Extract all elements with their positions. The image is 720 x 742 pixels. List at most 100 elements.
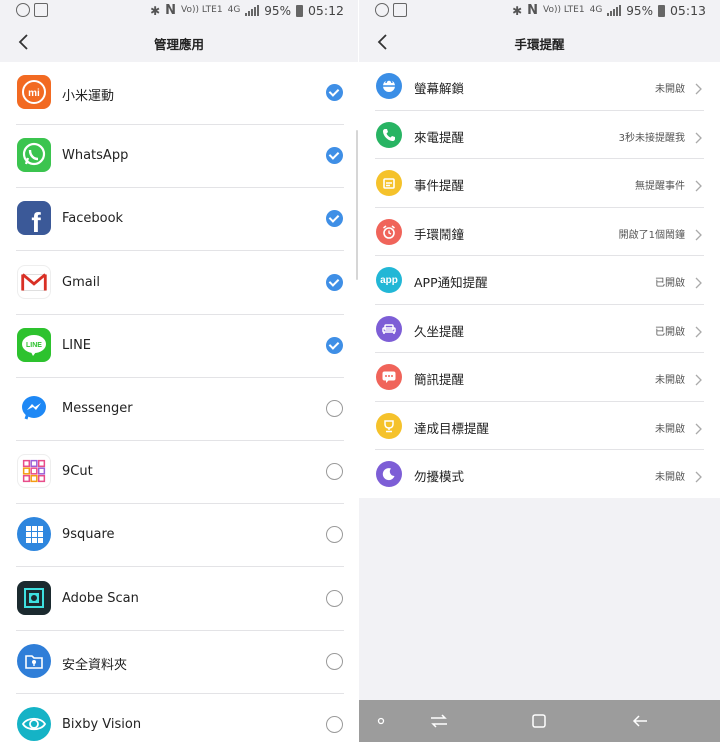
- svg-text:f: f: [31, 207, 41, 235]
- unchecked-checkbox[interactable]: [326, 716, 343, 733]
- checkbox-notification-icon: [393, 3, 407, 17]
- signal-icon: [607, 5, 622, 16]
- checked-checkbox[interactable]: [326, 336, 343, 354]
- facebook-icon: f: [17, 201, 51, 236]
- battery-percentage: 95%: [626, 3, 653, 18]
- reminder-status: 開啟了1個鬧鐘: [618, 229, 685, 241]
- sofa-icon: [376, 315, 402, 342]
- reminder-label: 久坐提醒: [414, 323, 465, 339]
- reminder-status: 未開啟: [655, 375, 685, 386]
- bluetooth-icon: ✱: [512, 3, 523, 18]
- network-type: 4G: [227, 5, 241, 15]
- unchecked-checkbox[interactable]: [326, 463, 343, 481]
- sms-icon: [376, 364, 402, 390]
- chevron-right-icon: [695, 129, 702, 143]
- chevron-right-icon: [695, 177, 702, 192]
- app-icon-text: app: [380, 274, 398, 286]
- chevron-right-icon: [695, 80, 702, 95]
- app-name: Gmail: [62, 274, 100, 290]
- reminder-row[interactable]: app APP通知提醒 已開啟: [359, 256, 720, 305]
- alarm-icon: [376, 218, 402, 245]
- volte-indicator: Vo)) LTE1: [543, 5, 585, 15]
- app-row[interactable]: LINE LINE: [0, 315, 358, 378]
- unchecked-checkbox[interactable]: [326, 400, 343, 417]
- app-bar: 手環提醒: [359, 22, 720, 62]
- page-title: 手環提醒: [514, 37, 565, 52]
- reminder-status: 未開啟: [655, 84, 685, 95]
- reminder-row[interactable]: 事件提醒 無提醒事件: [359, 159, 720, 208]
- reminder-label: 勿擾模式: [414, 469, 465, 484]
- reminder-row[interactable]: 簡訊提醒 未開啟: [359, 353, 720, 402]
- app-name: 小米運動: [62, 89, 115, 104]
- unchecked-checkbox[interactable]: [326, 652, 343, 670]
- reminder-label: 事件提醒: [414, 178, 465, 193]
- signal-icon: [245, 5, 260, 16]
- chevron-right-icon: [695, 323, 702, 337]
- manage-apps-screen: ✱ N Vo)) LTE1 4G 95% 05:12 管理應用 mi 小米運動 Wh…: [0, 0, 358, 742]
- assistant-dot-icon[interactable]: [375, 711, 387, 731]
- whatsapp-notification-icon: [16, 3, 30, 17]
- app-row[interactable]: Adobe Scan: [0, 568, 358, 631]
- back-nav-icon[interactable]: [629, 711, 651, 731]
- reminder-row[interactable]: 久坐提醒 已開啟: [359, 305, 720, 353]
- app-row[interactable]: Messenger: [0, 378, 358, 441]
- system-navigation-bar: [359, 700, 720, 742]
- home-icon[interactable]: [529, 711, 549, 731]
- app-row[interactable]: Bixby Vision: [0, 694, 358, 742]
- chevron-right-icon: [695, 371, 702, 386]
- unlock-icon: [376, 73, 402, 99]
- reminder-label: 來電提醒: [414, 129, 465, 145]
- network-type: 4G: [589, 5, 603, 15]
- app-row[interactable]: WhatsApp: [0, 125, 358, 189]
- app-name: Facebook: [62, 211, 124, 227]
- reminder-row[interactable]: 螢幕解鎖 未開啟: [359, 62, 720, 111]
- nfc-icon: N: [165, 3, 177, 18]
- checked-checkbox[interactable]: [326, 273, 343, 291]
- unchecked-checkbox[interactable]: [326, 526, 343, 544]
- checkbox-notification-icon: [34, 3, 48, 17]
- reminder-label: 螢幕解鎖: [414, 81, 465, 96]
- reminder-row[interactable]: 來電提醒 3秒未接提醒我: [359, 111, 720, 159]
- app-row[interactable]: 9square: [0, 504, 358, 568]
- checked-checkbox[interactable]: [326, 84, 343, 101]
- whatsapp-notification-icon: [375, 3, 389, 17]
- adobe-scan-icon: [17, 580, 51, 615]
- app-row[interactable]: 9Cut: [0, 441, 358, 505]
- app-row[interactable]: f Facebook: [0, 188, 358, 252]
- battery-icon: [295, 4, 303, 17]
- secure-folder-icon: [17, 643, 51, 678]
- checked-checkbox[interactable]: [326, 210, 343, 228]
- reminder-status: 已開啟: [655, 278, 685, 289]
- screen: ✱ N Vo)) LTE1 4G 95% 05:12 管理應用 mi 小米運動 Wh…: [0, 0, 720, 742]
- recent-apps-icon[interactable]: [427, 711, 451, 731]
- reminder-row[interactable]: 達成目標提醒 未開啟: [359, 402, 720, 450]
- checked-checkbox[interactable]: [326, 147, 343, 165]
- reminder-status: 3秒未接提醒我: [618, 132, 685, 144]
- trophy-icon: [376, 412, 402, 439]
- 9cut-icon: [17, 454, 51, 489]
- 9square-icon: [17, 517, 51, 552]
- reminder-label: 手環鬧鐘: [414, 226, 465, 242]
- reminder-status: 已開啟: [655, 326, 685, 338]
- chevron-right-icon: [695, 420, 702, 434]
- volte-indicator: Vo)) LTE1: [181, 5, 223, 15]
- app-list: mi 小米運動 WhatsApp f Facebook Gmail LINE LINE Mess…: [0, 62, 358, 742]
- status-bar: ✱ N Vo)) LTE1 4G 95% 05:12: [0, 0, 358, 22]
- svg-text:LINE: LINE: [26, 342, 42, 349]
- band-reminders-screen: ✱ N Vo)) LTE1 4G 95% 05:13 手環提醒 螢幕解鎖 未開啟來…: [359, 0, 720, 742]
- app-name: 9Cut: [62, 464, 93, 480]
- reminder-row[interactable]: 勿擾模式 未開啟: [359, 450, 720, 499]
- clock: 05:13: [669, 3, 706, 18]
- app-row[interactable]: Gmail: [0, 252, 358, 315]
- chevron-right-icon: [695, 226, 702, 240]
- app-name: 安全資料夾: [62, 657, 128, 673]
- reminder-row[interactable]: 手環鬧鐘 開啟了1個鬧鐘: [359, 208, 720, 256]
- bluetooth-icon: ✱: [150, 3, 161, 18]
- app-row[interactable]: mi 小米運動: [0, 62, 358, 125]
- status-bar: ✱ N Vo)) LTE1 4G 95% 05:13: [359, 0, 720, 22]
- app-row[interactable]: 安全資料夾: [0, 631, 358, 694]
- whatsapp-icon: [17, 138, 51, 173]
- battery-percentage: 95%: [264, 3, 291, 18]
- unchecked-checkbox[interactable]: [326, 589, 343, 607]
- moon-icon: [376, 461, 402, 487]
